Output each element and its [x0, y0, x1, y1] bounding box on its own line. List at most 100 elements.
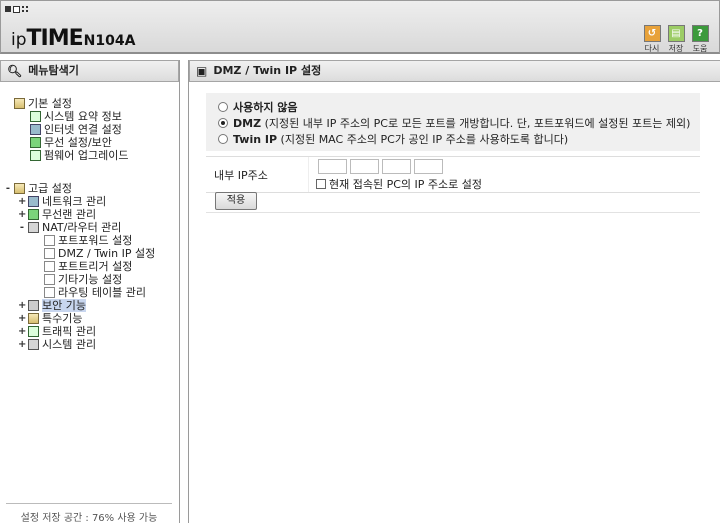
- ip-octet-1[interactable]: [318, 159, 347, 174]
- tree-item-dmz-twinip[interactable]: DMZ / Twin IP 설정: [42, 247, 155, 260]
- use-current-pc-checkbox[interactable]: [316, 179, 326, 189]
- tree-label: 무선랜 관리: [42, 208, 97, 221]
- router-icon: [28, 222, 39, 233]
- refresh-label: 다시: [644, 44, 660, 53]
- tree-item-firmware[interactable]: 펌웨어 업그레이드: [28, 149, 128, 162]
- help-button[interactable]: ? 도움: [691, 25, 709, 54]
- tree-item-port-trigger[interactable]: 포트트리거 설정: [42, 260, 132, 273]
- radio-disabled[interactable]: [218, 102, 228, 112]
- apply-button[interactable]: 적용: [215, 192, 257, 210]
- tree-label: 네트워크 관리: [42, 195, 107, 208]
- tree-item-port-forward[interactable]: 포트포워드 설정: [42, 234, 132, 247]
- tree-item-special[interactable]: + 특수기능: [18, 312, 82, 325]
- tree-item-wireless[interactable]: 무선 설정/보안: [28, 136, 112, 149]
- tree-label: 고급 설정: [28, 182, 72, 195]
- use-current-pc[interactable]: 현재 접속된 PC의 IP 주소로 설정: [316, 176, 482, 192]
- network-icon: [28, 196, 39, 207]
- option-name: Twin IP: [233, 132, 278, 146]
- tree-label: 보안 기능: [42, 299, 86, 312]
- tree-label: 포트트리거 설정: [58, 260, 133, 273]
- maximize-icon[interactable]: [13, 6, 20, 13]
- folder-icon: [28, 313, 39, 324]
- tree-label: 트래픽 관리: [42, 325, 97, 338]
- header-bar: ipTIMEN104A ↺ 다시 ▤ 저장 ? 도움: [0, 0, 720, 54]
- content-panel: ▣ DMZ / Twin IP 설정 사용하지 않음 DMZ (지정된 내부 I…: [188, 60, 720, 523]
- folder-icon: [14, 98, 25, 109]
- radio-dmz[interactable]: [218, 118, 228, 128]
- tree-group-advanced[interactable]: - 고급 설정: [4, 182, 72, 195]
- internal-ip-row: 내부 IP주소 현재 접속된 PC의 IP 주소로 설정: [206, 156, 700, 193]
- internal-ip-label: 내부 IP주소: [214, 169, 268, 182]
- tree-item-security[interactable]: + 보안 기능: [18, 299, 86, 312]
- help-label: 도움: [692, 44, 708, 53]
- radio-twinip[interactable]: [218, 134, 228, 144]
- network-icon: [30, 124, 41, 135]
- save-icon: ▤: [667, 25, 685, 42]
- tree-item-system-mgmt[interactable]: + 시스템 관리: [18, 338, 96, 351]
- ip-address-inputs: [318, 159, 446, 174]
- option-disabled[interactable]: 사용하지 않음: [206, 99, 700, 115]
- logo-time: TIME: [26, 26, 84, 51]
- menu-explorer-title: 메뉴탐색기: [28, 64, 79, 77]
- tree-item-misc[interactable]: 기타기능 설정: [42, 273, 122, 286]
- save-button[interactable]: ▤ 저장: [667, 25, 685, 54]
- tree-item-network-mgmt[interactable]: + 네트워크 관리: [18, 195, 106, 208]
- tree-item-system-summary[interactable]: 시스템 요약 정보: [28, 110, 122, 123]
- page-icon: [44, 248, 55, 259]
- system-icon: [28, 339, 39, 350]
- expand-icon[interactable]: +: [18, 208, 26, 221]
- tree-item-traffic[interactable]: + 트래픽 관리: [18, 325, 96, 338]
- collapse-icon[interactable]: -: [18, 221, 26, 234]
- page-icon: ▣: [196, 64, 208, 78]
- tree-item-nat-router[interactable]: - NAT/라우터 관리: [18, 221, 122, 234]
- tree-group-basic[interactable]: 기본 설정: [12, 97, 72, 110]
- tree-label: 기타기능 설정: [58, 273, 123, 286]
- expand-icon[interactable]: +: [18, 338, 26, 351]
- magnifier-icon: 🔍︎: [7, 64, 23, 78]
- refresh-button[interactable]: ↺ 다시: [643, 25, 661, 54]
- ip-octet-3[interactable]: [382, 159, 411, 174]
- expand-icon[interactable]: +: [18, 299, 26, 312]
- content-header: ▣ DMZ / Twin IP 설정: [189, 60, 720, 82]
- divider: [206, 212, 700, 213]
- page-title: DMZ / Twin IP 설정: [213, 64, 322, 77]
- folder-icon: [14, 183, 25, 194]
- option-desc: (지정된 내부 IP 주소의 PC로 모든 포트를 개방합니다. 단, 포트포워…: [264, 117, 691, 130]
- tree-label: 기본 설정: [28, 97, 72, 110]
- chart-icon: [30, 111, 41, 122]
- ip-octet-4[interactable]: [414, 159, 443, 174]
- expand-icon[interactable]: +: [18, 195, 26, 208]
- divider: [308, 157, 309, 192]
- expand-icon[interactable]: +: [18, 325, 26, 338]
- storage-status: 설정 저장 공간 : 76% 사용 가능: [6, 503, 172, 524]
- collapse-icon[interactable]: -: [4, 182, 12, 195]
- toolbar: ↺ 다시 ▤ 저장 ? 도움: [643, 25, 709, 54]
- tree-item-internet[interactable]: 인터넷 연결 설정: [28, 123, 122, 136]
- use-current-pc-label: 현재 접속된 PC의 IP 주소로 설정: [329, 178, 482, 191]
- upgrade-icon: [30, 150, 41, 161]
- tree-label: 무선 설정/보안: [44, 136, 112, 149]
- tree-label: 특수기능: [42, 312, 83, 325]
- help-icon: ?: [691, 25, 709, 42]
- expand-icon[interactable]: +: [18, 312, 26, 325]
- save-label: 저장: [668, 44, 684, 53]
- wireless-icon: [30, 137, 41, 148]
- tree-item-routing-table[interactable]: 라우팅 테이블 관리: [42, 286, 146, 299]
- menu-explorer-header: 🔍︎ 메뉴탐색기: [0, 60, 179, 82]
- page-icon: [44, 261, 55, 272]
- page-icon: [44, 235, 55, 246]
- option-dmz[interactable]: DMZ (지정된 내부 IP 주소의 PC로 모든 포트를 개방합니다. 단, …: [206, 115, 700, 131]
- option-twinip[interactable]: Twin IP (지정된 MAC 주소의 PC가 공인 IP 주소를 사용하도록…: [206, 131, 700, 147]
- page-icon: [44, 287, 55, 298]
- ip-octet-2[interactable]: [350, 159, 379, 174]
- tree-item-wlan-mgmt[interactable]: + 무선랜 관리: [18, 208, 96, 221]
- page-icon: [44, 274, 55, 285]
- tree-label: 펌웨어 업그레이드: [44, 149, 129, 162]
- tree-label: 포트포워드 설정: [58, 234, 133, 247]
- grid-icon[interactable]: [22, 6, 28, 12]
- wireless-icon: [28, 209, 39, 220]
- option-name: DMZ: [233, 116, 262, 130]
- minimize-icon[interactable]: [5, 6, 11, 12]
- option-desc: (지정된 MAC 주소의 PC가 공인 IP 주소를 사용하도록 합니다): [280, 133, 569, 146]
- tree-label: DMZ / Twin IP 설정: [58, 247, 156, 260]
